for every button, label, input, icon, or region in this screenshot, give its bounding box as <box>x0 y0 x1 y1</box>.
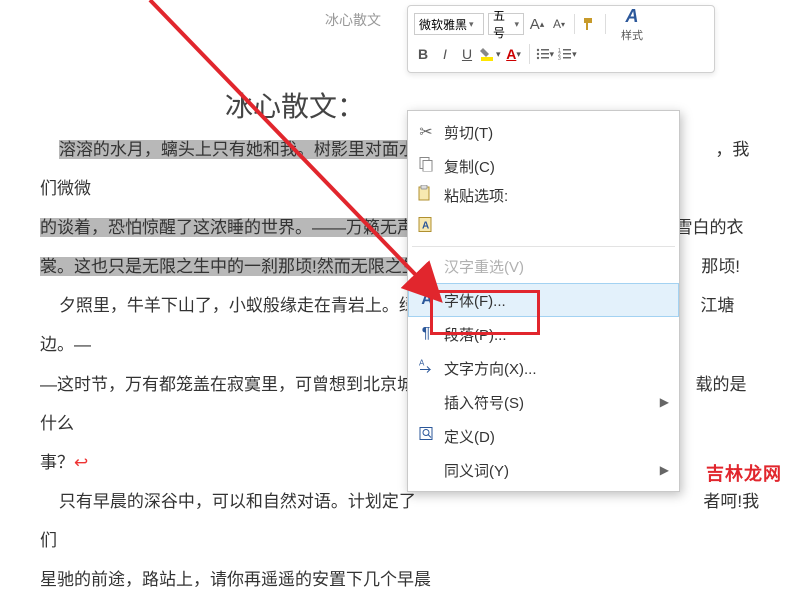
svg-text:A: A <box>419 359 425 368</box>
font-name-value: 微软雅黑 <box>419 16 467 33</box>
cut-icon: ✂ <box>416 122 436 142</box>
shrink-font-button[interactable]: A▾ <box>550 13 568 35</box>
bullets-button[interactable]: ▾ <box>536 43 555 65</box>
italic-button[interactable]: I <box>436 43 454 65</box>
context-menu-paste-header: 粘贴选项: <box>408 183 679 210</box>
underline-button[interactable]: U <box>458 43 476 65</box>
copy-icon <box>416 156 436 177</box>
selected-text: 溶溶的水月，螭头上只有她和我。树影里对面水 <box>59 140 416 159</box>
paragraph-icon: ¶ <box>416 325 436 343</box>
svg-text:3: 3 <box>558 56 561 61</box>
paste-icon <box>416 185 432 205</box>
context-menu-synonyms[interactable]: 同义词(Y) ▶ <box>408 453 679 487</box>
caret-icon: ▾ <box>469 19 474 30</box>
selected-text: 的谈着，恐怕惊醒了这浓睡的世界。——万籁无声， <box>40 218 431 237</box>
font-icon: A <box>417 291 437 309</box>
submenu-arrow-icon: ▶ <box>660 463 669 477</box>
context-menu: ✂ 剪切(T) 复制(C) 粘贴选项: A 汉字重选(V) A 字体(F)... <box>407 110 680 492</box>
styles-icon: A <box>626 6 639 27</box>
grow-font-button[interactable]: A▴ <box>528 13 546 35</box>
font-size-value: 五号 <box>493 7 512 41</box>
watermark: 吉林龙网 <box>706 460 782 486</box>
context-menu-insert-symbol[interactable]: 插入符号(S) ▶ <box>408 385 679 419</box>
font-name-select[interactable]: 微软雅黑▾ <box>414 13 484 35</box>
context-menu-cut[interactable]: ✂ 剪切(T) <box>408 115 679 149</box>
define-icon <box>416 426 436 447</box>
highlight-button[interactable]: ▾ <box>480 43 501 65</box>
context-menu-define[interactable]: 定义(D) <box>408 419 679 453</box>
context-menu-ime-reconvert: 汉字重选(V) <box>408 249 679 283</box>
svg-text:A: A <box>422 221 429 232</box>
context-menu-copy[interactable]: 复制(C) <box>408 149 679 183</box>
numbering-button[interactable]: 123▾ <box>558 43 577 65</box>
caret-icon: ▾ <box>514 19 519 30</box>
context-menu-text-direction[interactable]: A 文字方向(X)... <box>408 351 679 385</box>
context-menu-paste-option[interactable]: A <box>408 210 679 244</box>
paragraph-8[interactable]: 星驰的前途，路站上，请你再遥遥的安置下几个早晨 <box>40 560 760 599</box>
text-direction-icon: A <box>416 358 436 379</box>
submenu-arrow-icon: ▶ <box>660 395 669 409</box>
styles-label: 样式 <box>621 27 643 43</box>
page-title: 冰心散文： <box>225 85 365 125</box>
context-menu-paragraph[interactable]: ¶ 段落(P)... <box>408 317 679 351</box>
font-size-select[interactable]: 五号▾ <box>488 13 524 35</box>
context-menu-font[interactable]: A 字体(F)... <box>408 283 679 317</box>
format-painter-button[interactable] <box>581 13 599 35</box>
mini-toolbar: 微软雅黑▾ 五号▾ A▴ A▾ A 样式 B I U ▾ <box>407 5 715 73</box>
font-color-button[interactable]: A▾ <box>505 43 523 65</box>
paragraph-7[interactable]: 只有早晨的深谷中，可以和自然对语。计划定了 者呵!我们 <box>40 482 760 560</box>
styles-button[interactable]: A 样式 <box>612 6 652 43</box>
selected-text: 裳。这也只是无限之生中的一刹那顷!然而无限之生 <box>40 257 419 276</box>
paste-keep-source-icon: A <box>416 216 436 239</box>
document-tab-label: 冰心散文 <box>325 10 381 30</box>
bold-button[interactable]: B <box>414 43 432 65</box>
